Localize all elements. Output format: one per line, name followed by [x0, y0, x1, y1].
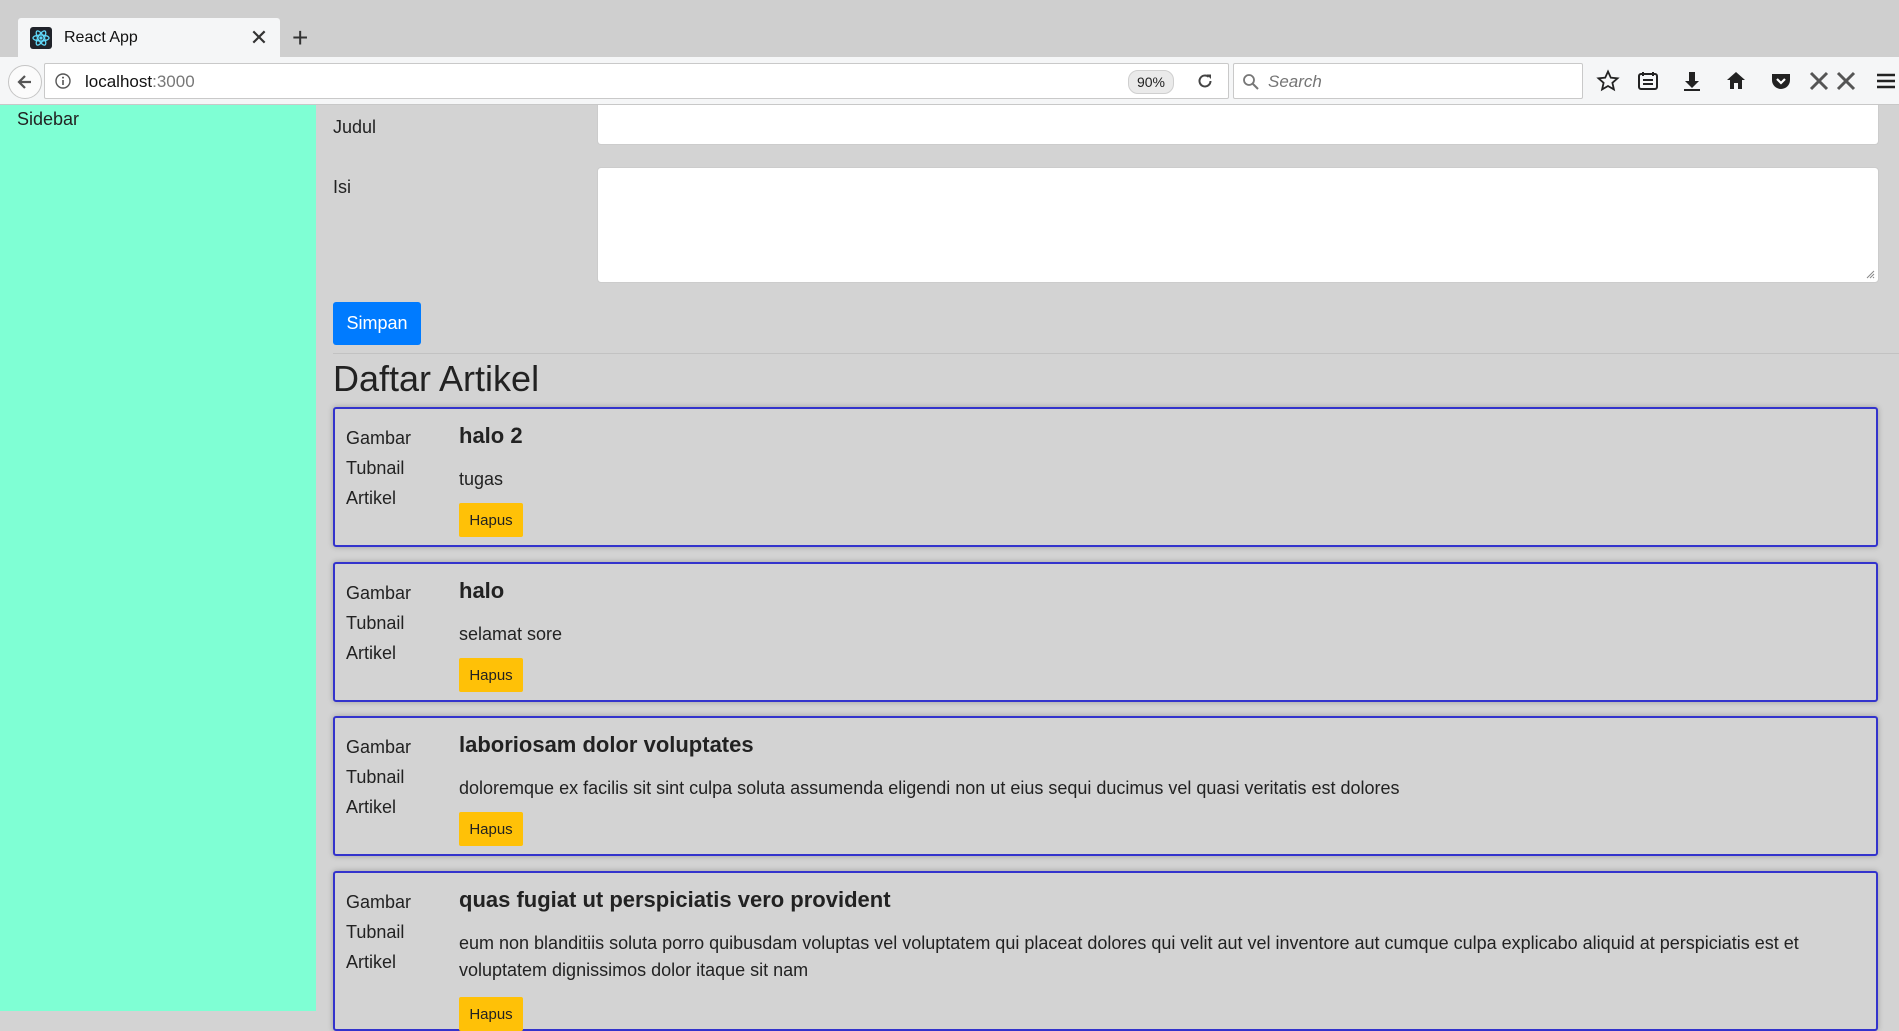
react-logo-icon	[30, 26, 52, 49]
thumb-line: Tubnail	[346, 458, 405, 478]
thumb-line: Tubnail	[346, 613, 405, 633]
download-icon[interactable]	[1680, 69, 1704, 93]
url-text[interactable]: localhost:3000	[85, 72, 195, 92]
thumb-line: Gambar	[346, 892, 412, 912]
reload-icon[interactable]	[1196, 72, 1214, 90]
thumb-line: Artikel	[346, 488, 397, 508]
article-title: halo 2	[459, 423, 523, 448]
browser-titlebar: React App ✕ +	[0, 0, 1899, 57]
thumbnail-placeholder: Gambar Tubnail Artikel	[346, 423, 436, 513]
thumbnail-placeholder: Gambar Tubnail Artikel	[346, 887, 436, 977]
divider	[333, 353, 1899, 354]
extension-icon[interactable]	[1834, 69, 1858, 93]
thumbnail-placeholder: Gambar Tubnail Artikel	[346, 578, 436, 668]
isi-label: Isi	[333, 177, 351, 197]
search-input[interactable]	[1266, 69, 1570, 95]
article-body: eum non blanditiis soluta porro quibusda…	[459, 933, 1799, 980]
close-tab-icon[interactable]: ✕	[244, 25, 274, 51]
thumb-line: Artikel	[346, 952, 397, 972]
article-card: Gambar Tubnail Artikel quas fugiat ut pe…	[333, 871, 1878, 1031]
hapus-button[interactable]: Hapus	[459, 503, 523, 537]
thumb-line: Gambar	[346, 737, 412, 757]
article-title: halo	[459, 578, 505, 603]
reader-icon[interactable]	[1636, 69, 1660, 93]
article-title: laboriosam dolor voluptates	[459, 732, 754, 757]
browser-tab[interactable]: React App ✕	[18, 18, 280, 57]
pocket-icon[interactable]	[1769, 69, 1793, 93]
tab-title: React App	[64, 28, 138, 46]
simpan-button[interactable]: Simpan	[333, 302, 421, 345]
article-card: Gambar Tubnail Artikel halo 2 tugas Hapu…	[333, 407, 1878, 547]
article-card: Gambar Tubnail Artikel laboriosam dolor …	[333, 716, 1878, 856]
thumb-line: Gambar	[346, 583, 412, 603]
hapus-button[interactable]: Hapus	[459, 812, 523, 846]
isi-textarea[interactable]	[597, 167, 1879, 283]
extension-icon[interactable]	[1807, 69, 1831, 93]
search-bar[interactable]	[1233, 63, 1583, 99]
thumb-line: Artikel	[346, 643, 397, 663]
browser-navbar: localhost:3000 90%	[0, 57, 1899, 105]
article-body: selamat sore	[459, 624, 563, 644]
judul-input[interactable]	[597, 105, 1879, 145]
home-icon[interactable]	[1724, 69, 1748, 93]
article-body: doloremque ex facilis sit sint culpa sol…	[459, 778, 1400, 798]
thumb-line: Tubnail	[346, 922, 405, 942]
sidebar-label: Sidebar	[17, 109, 80, 129]
hapus-button[interactable]: Hapus	[459, 658, 523, 692]
url-bar[interactable]: localhost:3000 90%	[44, 63, 1229, 99]
judul-label: Judul	[333, 117, 377, 137]
hapus-button[interactable]: Hapus	[459, 997, 523, 1031]
article-card: Gambar Tubnail Artikel halo selamat sore…	[333, 562, 1878, 702]
search-icon	[1243, 74, 1259, 90]
back-arrow-icon	[17, 75, 31, 89]
sidebar: Sidebar	[0, 105, 316, 1011]
menu-icon[interactable]	[1874, 69, 1898, 93]
thumbnail-placeholder: Gambar Tubnail Artikel	[346, 732, 436, 822]
article-title: quas fugiat ut perspiciatis vero provide…	[459, 887, 891, 912]
thumb-line: Tubnail	[346, 767, 405, 787]
resize-grip-icon[interactable]	[1865, 269, 1875, 279]
url-port: :3000	[152, 72, 195, 91]
thumb-line: Gambar	[346, 428, 412, 448]
section-title: Daftar Artikel	[333, 358, 540, 399]
main-content: Judul Isi Simpan Daftar Artikel Gambar T…	[316, 105, 1899, 1031]
back-button[interactable]	[8, 65, 42, 99]
thumb-line: Artikel	[346, 797, 397, 817]
url-host: localhost	[85, 72, 153, 91]
article-body: tugas	[459, 469, 504, 489]
info-icon[interactable]	[55, 73, 71, 89]
zoom-level-badge[interactable]: 90%	[1127, 70, 1174, 94]
star-icon[interactable]	[1596, 69, 1620, 93]
new-tab-icon[interactable]: +	[292, 24, 308, 52]
